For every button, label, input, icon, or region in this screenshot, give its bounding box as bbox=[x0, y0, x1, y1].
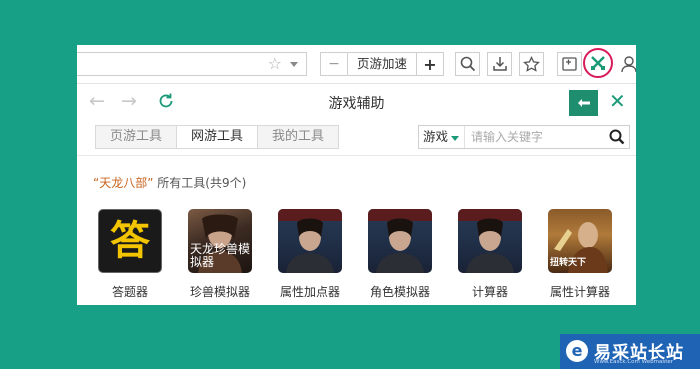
address-dropdown-icon[interactable] bbox=[290, 62, 298, 67]
tab-online-game-tools[interactable]: 网游工具 bbox=[177, 126, 258, 148]
tool-item-pet-simulator[interactable]: 天龙珍兽模拟器 珍兽模拟器 bbox=[181, 209, 259, 300]
attribute-calculator-icon: 扭转天下 bbox=[548, 209, 612, 273]
tool-item-attribute-points[interactable]: 属性加点器 bbox=[271, 209, 349, 300]
attribute-points-icon bbox=[278, 209, 342, 273]
pet-simulator-icon-text: 天龙珍兽模拟器 bbox=[190, 242, 251, 269]
calculator-icon bbox=[458, 209, 522, 273]
watermark-subtitle: Www.Easck.Com Webmaster bbox=[594, 359, 674, 365]
user-icon bbox=[621, 56, 636, 73]
download-icon bbox=[492, 57, 507, 71]
add-note-button[interactable] bbox=[557, 52, 582, 76]
tool-name: 珍兽模拟器 bbox=[189, 285, 250, 299]
tab-web-game-tools[interactable]: 页游工具 bbox=[96, 126, 177, 148]
site-logo-letter: e bbox=[571, 341, 583, 360]
download-button[interactable] bbox=[487, 52, 512, 76]
search-category-label: 游戏 bbox=[423, 129, 449, 144]
bookmark-star-icon[interactable]: ☆ bbox=[268, 55, 282, 73]
tool-item-character-simulator[interactable]: 角色模拟器 bbox=[361, 209, 439, 300]
attribute-calculator-icon-text: 扭转天下 bbox=[550, 258, 587, 268]
pin-icon bbox=[577, 99, 590, 107]
browser-toolbar: ☆ − 页游加速 + bbox=[77, 45, 636, 84]
game-name-link[interactable]: “天龙八部” bbox=[93, 176, 153, 190]
answer-icon-glyph: 答 bbox=[110, 218, 150, 264]
page-accelerate-control: − 页游加速 + bbox=[320, 52, 444, 76]
game-tools-icon bbox=[591, 56, 605, 70]
search-input[interactable]: 请输入关键字 bbox=[465, 126, 605, 148]
site-watermark: e 易采站长站 Www.Easck.Com Webmaster bbox=[560, 334, 700, 369]
address-bar[interactable]: ☆ bbox=[77, 52, 307, 76]
search-icon bbox=[609, 129, 625, 145]
tool-item-attribute-calculator[interactable]: 扭转天下 属性计算器 bbox=[541, 209, 619, 300]
tool-item-answer[interactable]: 答 答题器 bbox=[91, 209, 169, 300]
tool-name: 属性加点器 bbox=[279, 285, 340, 299]
favorites-star-icon bbox=[523, 55, 540, 72]
pet-simulator-icon: 天龙珍兽模拟器 bbox=[188, 209, 252, 273]
pin-button[interactable] bbox=[569, 90, 598, 116]
user-button[interactable] bbox=[619, 54, 636, 76]
tool-name: 角色模拟器 bbox=[369, 285, 430, 299]
browser-window: ☆ − 页游加速 + ← → 游戏辅助 ✕ 页游工具 网游工具 我的工具 游戏 … bbox=[77, 45, 636, 305]
search-button[interactable] bbox=[455, 52, 480, 76]
tool-count: 所有工具(共9个) bbox=[157, 176, 247, 190]
tool-name: 计算器 bbox=[471, 285, 508, 299]
divider bbox=[77, 155, 636, 156]
plus-button[interactable]: + bbox=[416, 53, 443, 75]
minus-button[interactable]: − bbox=[321, 53, 348, 75]
panel-header: ← → 游戏辅助 ✕ bbox=[77, 84, 636, 120]
tool-item-calculator[interactable]: 计算器 bbox=[451, 209, 529, 300]
answer-tool-icon: 答 bbox=[98, 209, 162, 273]
game-tools-button[interactable] bbox=[583, 48, 613, 78]
panel-title: 游戏辅助 bbox=[328, 96, 385, 112]
tool-name: 属性计算器 bbox=[549, 285, 610, 299]
accelerate-label[interactable]: 页游加速 bbox=[348, 53, 416, 75]
favorites-button[interactable] bbox=[519, 52, 544, 76]
character-simulator-icon bbox=[368, 209, 432, 273]
tool-name: 答题器 bbox=[111, 285, 148, 299]
breadcrumb: “天龙八部” 所有工具(共9个) bbox=[93, 174, 246, 191]
add-note-icon bbox=[562, 57, 577, 71]
tab-my-tools[interactable]: 我的工具 bbox=[258, 126, 338, 148]
tool-tabs: 页游工具 网游工具 我的工具 bbox=[95, 125, 339, 149]
search-icon bbox=[460, 56, 475, 72]
close-button[interactable]: ✕ bbox=[609, 91, 626, 111]
search-category-select[interactable]: 游戏 bbox=[419, 126, 465, 148]
tool-search: 游戏 请输入关键字 bbox=[418, 125, 630, 149]
chevron-down-icon bbox=[451, 136, 459, 141]
search-submit-button[interactable] bbox=[605, 126, 629, 148]
